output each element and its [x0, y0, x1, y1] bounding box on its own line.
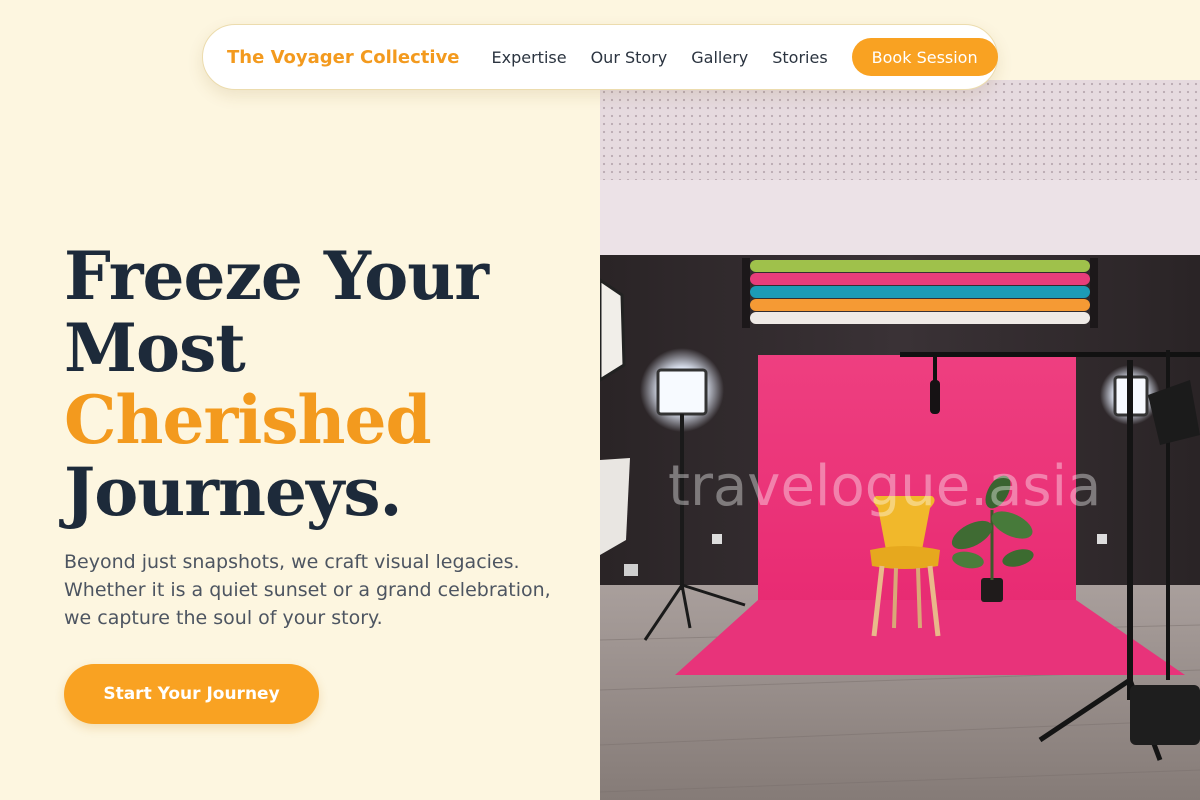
- nav-link-expertise[interactable]: Expertise: [492, 48, 567, 67]
- nav-link-our-story[interactable]: Our Story: [591, 48, 668, 67]
- start-journey-button[interactable]: Start Your Journey: [64, 664, 319, 724]
- hero-title: Freeze Your Most Cherished Journeys.: [64, 240, 584, 528]
- top-navbar: The Voyager Collective Expertise Our Sto…: [202, 24, 998, 90]
- hero-title-line-1: Freeze Your: [64, 237, 489, 315]
- hero-subtitle: Beyond just snapshots, we craft visual l…: [64, 551, 551, 629]
- brand-logo-text[interactable]: The Voyager Collective: [227, 47, 460, 68]
- nav-links: Expertise Our Story Gallery Stories: [492, 48, 852, 67]
- nav-link-gallery[interactable]: Gallery: [691, 48, 748, 67]
- photo-watermark: travelogue.asia: [668, 454, 1101, 519]
- studio-microphone: [930, 380, 940, 414]
- equipment-case: [1130, 685, 1200, 745]
- hero-title-accent-line: Cherished: [64, 381, 432, 459]
- hero-studio-photo: travelogue.asia: [600, 80, 1200, 800]
- ceiling-panel: [600, 80, 1200, 180]
- nav-link-stories[interactable]: Stories: [772, 48, 827, 67]
- book-session-button[interactable]: Book Session: [851, 38, 998, 76]
- hero-title-line-4: Journeys.: [64, 453, 402, 531]
- hero-title-line-2: Most: [64, 309, 246, 387]
- backdrop-paper-rolls: [742, 258, 1098, 328]
